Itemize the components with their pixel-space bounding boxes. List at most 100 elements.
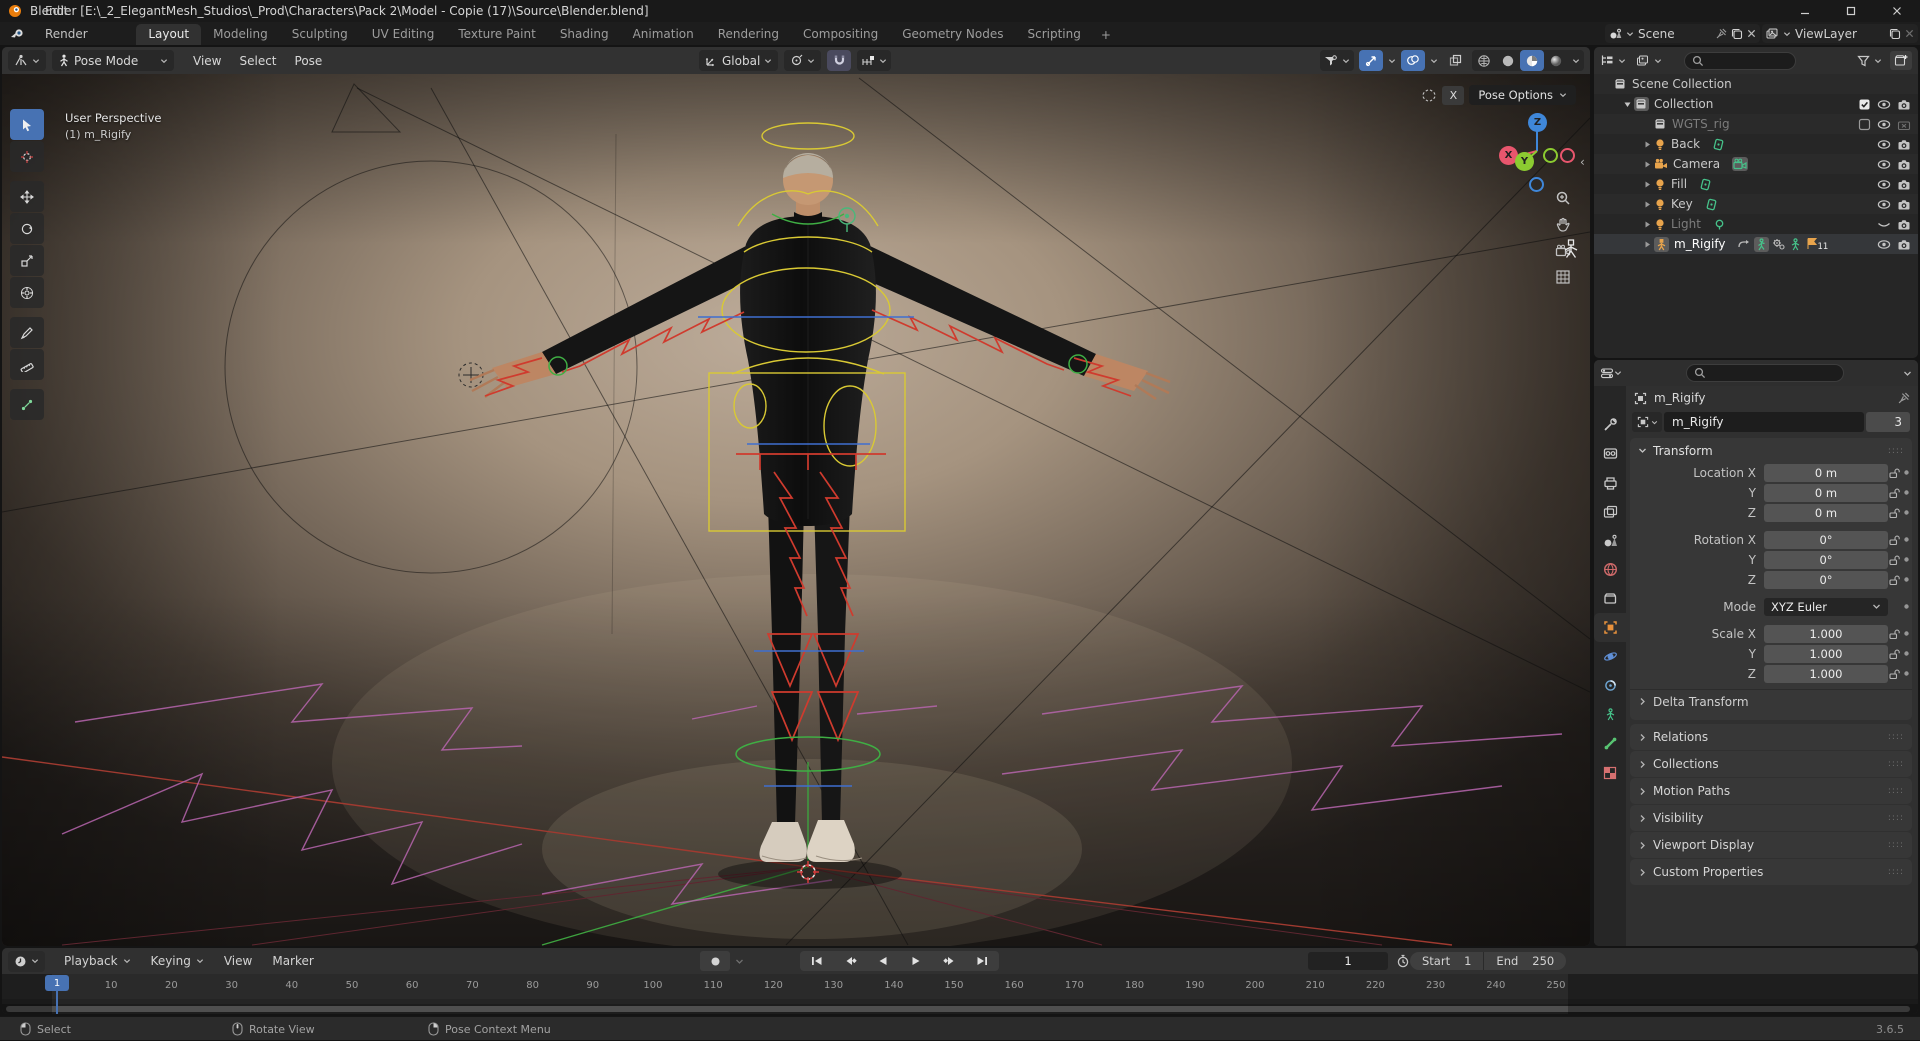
- unlink-scene-icon[interactable]: [1747, 29, 1756, 38]
- timeline-menu-view[interactable]: View: [215, 951, 261, 972]
- object-visibility-menu[interactable]: [1320, 50, 1354, 71]
- tab-sculpting[interactable]: Sculpting: [280, 24, 360, 45]
- add-workspace-button[interactable]: +: [1093, 25, 1119, 45]
- eye-open-icon[interactable]: [1874, 158, 1894, 171]
- zoom-icon[interactable]: [1555, 190, 1571, 206]
- key-next-button[interactable]: [933, 952, 965, 970]
- camera-on-icon[interactable]: [1894, 138, 1914, 151]
- properties-tab-view-layer[interactable]: [1594, 497, 1626, 526]
- chevron-down-icon[interactable]: [1430, 57, 1438, 65]
- value-field[interactable]: 0°: [1764, 550, 1888, 569]
- value-field[interactable]: 0°: [1764, 570, 1888, 589]
- scene-selector[interactable]: Scene: [1605, 24, 1760, 43]
- lock-open-icon[interactable]: [1888, 668, 1900, 680]
- properties-editor-icon[interactable]: [1600, 367, 1614, 380]
- disclosure-right-icon[interactable]: [1640, 240, 1654, 249]
- xray-toggle[interactable]: [1443, 50, 1467, 71]
- maximize-button[interactable]: [1828, 0, 1874, 22]
- display-mode-icon[interactable]: [1636, 55, 1650, 67]
- mode-selector[interactable]: Pose Mode: [52, 50, 174, 71]
- auto-key-settings-chevron[interactable]: [735, 957, 744, 966]
- camera-on-icon[interactable]: [1894, 158, 1914, 171]
- eye-open-icon[interactable]: [1874, 198, 1894, 211]
- object-name-input[interactable]: m_Rigify: [1664, 412, 1864, 432]
- eye-open-icon[interactable]: [1874, 138, 1894, 151]
- snap-settings[interactable]: [857, 50, 892, 71]
- outliner-row-wgts_rig[interactable]: WGTS_rig: [1594, 114, 1918, 134]
- axis-y-button[interactable]: Y: [1515, 152, 1534, 171]
- section-custom-properties[interactable]: Custom Properties::::: [1630, 859, 1912, 885]
- lock-open-icon[interactable]: [1888, 534, 1900, 546]
- disclosure-right-icon[interactable]: [1640, 140, 1654, 149]
- menu-render[interactable]: Render: [35, 22, 102, 45]
- animate-dot-icon[interactable]: [1900, 670, 1912, 677]
- tab-compositing[interactable]: Compositing: [791, 24, 890, 45]
- properties-tab-world[interactable]: [1594, 555, 1626, 584]
- close-button[interactable]: [1874, 0, 1920, 22]
- disclosure-down-icon[interactable]: [1620, 100, 1634, 109]
- value-field[interactable]: 0°: [1764, 530, 1888, 549]
- tab-scripting[interactable]: Scripting: [1015, 24, 1092, 45]
- checkbox-checked-icon[interactable]: [1854, 98, 1874, 111]
- sidebar-toggle-arrow[interactable]: ‹: [1580, 155, 1585, 169]
- skip-start-button[interactable]: [801, 952, 833, 970]
- value-field[interactable]: 1.000: [1764, 664, 1888, 683]
- properties-tab-tool[interactable]: [1594, 410, 1626, 439]
- play-button[interactable]: [900, 952, 932, 970]
- orientation-selector[interactable]: Global: [699, 50, 779, 71]
- animate-dot-icon[interactable]: [1900, 556, 1912, 563]
- axis-y-neg-button[interactable]: [1543, 148, 1558, 163]
- camera-on-icon[interactable]: [1894, 218, 1914, 231]
- tweak-select-icon[interactable]: [10, 109, 44, 140]
- start-frame-field[interactable]: Start 1: [1410, 952, 1483, 970]
- chevron-down-icon[interactable]: [1903, 369, 1912, 378]
- shading-rendered-button[interactable]: [1544, 50, 1568, 71]
- shading-material-button[interactable]: [1520, 50, 1544, 71]
- section-visibility[interactable]: Visibility::::: [1630, 805, 1912, 831]
- outliner-row-light[interactable]: Light: [1594, 214, 1918, 234]
- lock-open-icon[interactable]: [1888, 487, 1900, 499]
- properties-tab-physics[interactable]: [1594, 642, 1626, 671]
- auto-key-button[interactable]: [700, 951, 730, 971]
- editor-type-button[interactable]: [8, 50, 46, 71]
- value-field[interactable]: 0 m: [1764, 483, 1888, 502]
- timeline-menu-marker[interactable]: Marker: [263, 951, 322, 972]
- pose-options-dropdown[interactable]: Pose Options: [1469, 85, 1576, 105]
- viewport-canvas[interactable]: [2, 74, 1590, 946]
- pin-icon[interactable]: [1716, 28, 1727, 39]
- mode-dropdown[interactable]: XYZ Euler: [1764, 597, 1888, 616]
- remove-viewlayer-icon[interactable]: [1905, 29, 1914, 38]
- properties-tab-render[interactable]: [1594, 439, 1626, 468]
- menu-edit[interactable]: Edit: [35, 0, 102, 22]
- properties-tab-constraints[interactable]: [1594, 671, 1626, 700]
- eye-open-icon[interactable]: [1874, 98, 1894, 111]
- chevron-down-icon[interactable]: [1568, 57, 1584, 65]
- scale-icon[interactable]: [10, 245, 44, 276]
- current-frame-field[interactable]: 1: [1308, 952, 1388, 970]
- show-gizmo-toggle[interactable]: [1359, 50, 1383, 71]
- lock-open-icon[interactable]: [1888, 507, 1900, 519]
- tab-texture-paint[interactable]: Texture Paint: [446, 24, 547, 45]
- annotate-icon[interactable]: [10, 317, 44, 348]
- value-field[interactable]: 1.000: [1764, 644, 1888, 663]
- outliner-row-collection[interactable]: Collection: [1594, 94, 1918, 114]
- timeline-menu-keying[interactable]: Keying: [142, 951, 213, 972]
- value-field[interactable]: 0 m: [1764, 503, 1888, 522]
- camera-on-icon[interactable]: [1894, 238, 1914, 251]
- mirror-x-toggle[interactable]: X: [1442, 85, 1465, 105]
- disclosure-right-icon[interactable]: [1640, 220, 1654, 229]
- axis-z-button[interactable]: Z: [1528, 113, 1547, 132]
- tab-animation[interactable]: Animation: [621, 24, 706, 45]
- lock-open-icon[interactable]: [1888, 467, 1900, 479]
- eye-open-icon[interactable]: [1874, 238, 1894, 251]
- measure-icon[interactable]: [10, 349, 44, 380]
- play-rev-button[interactable]: [867, 952, 899, 970]
- rotate-icon[interactable]: [10, 213, 44, 244]
- transform-icon[interactable]: [10, 277, 44, 308]
- tab-rendering[interactable]: Rendering: [706, 24, 791, 45]
- animate-dot-icon[interactable]: [1900, 469, 1912, 476]
- toggle-ortho-icon[interactable]: [1555, 269, 1571, 285]
- object-id-icon[interactable]: [1632, 412, 1662, 432]
- move-icon[interactable]: [10, 181, 44, 212]
- viewport-menu-select[interactable]: Select: [230, 50, 285, 71]
